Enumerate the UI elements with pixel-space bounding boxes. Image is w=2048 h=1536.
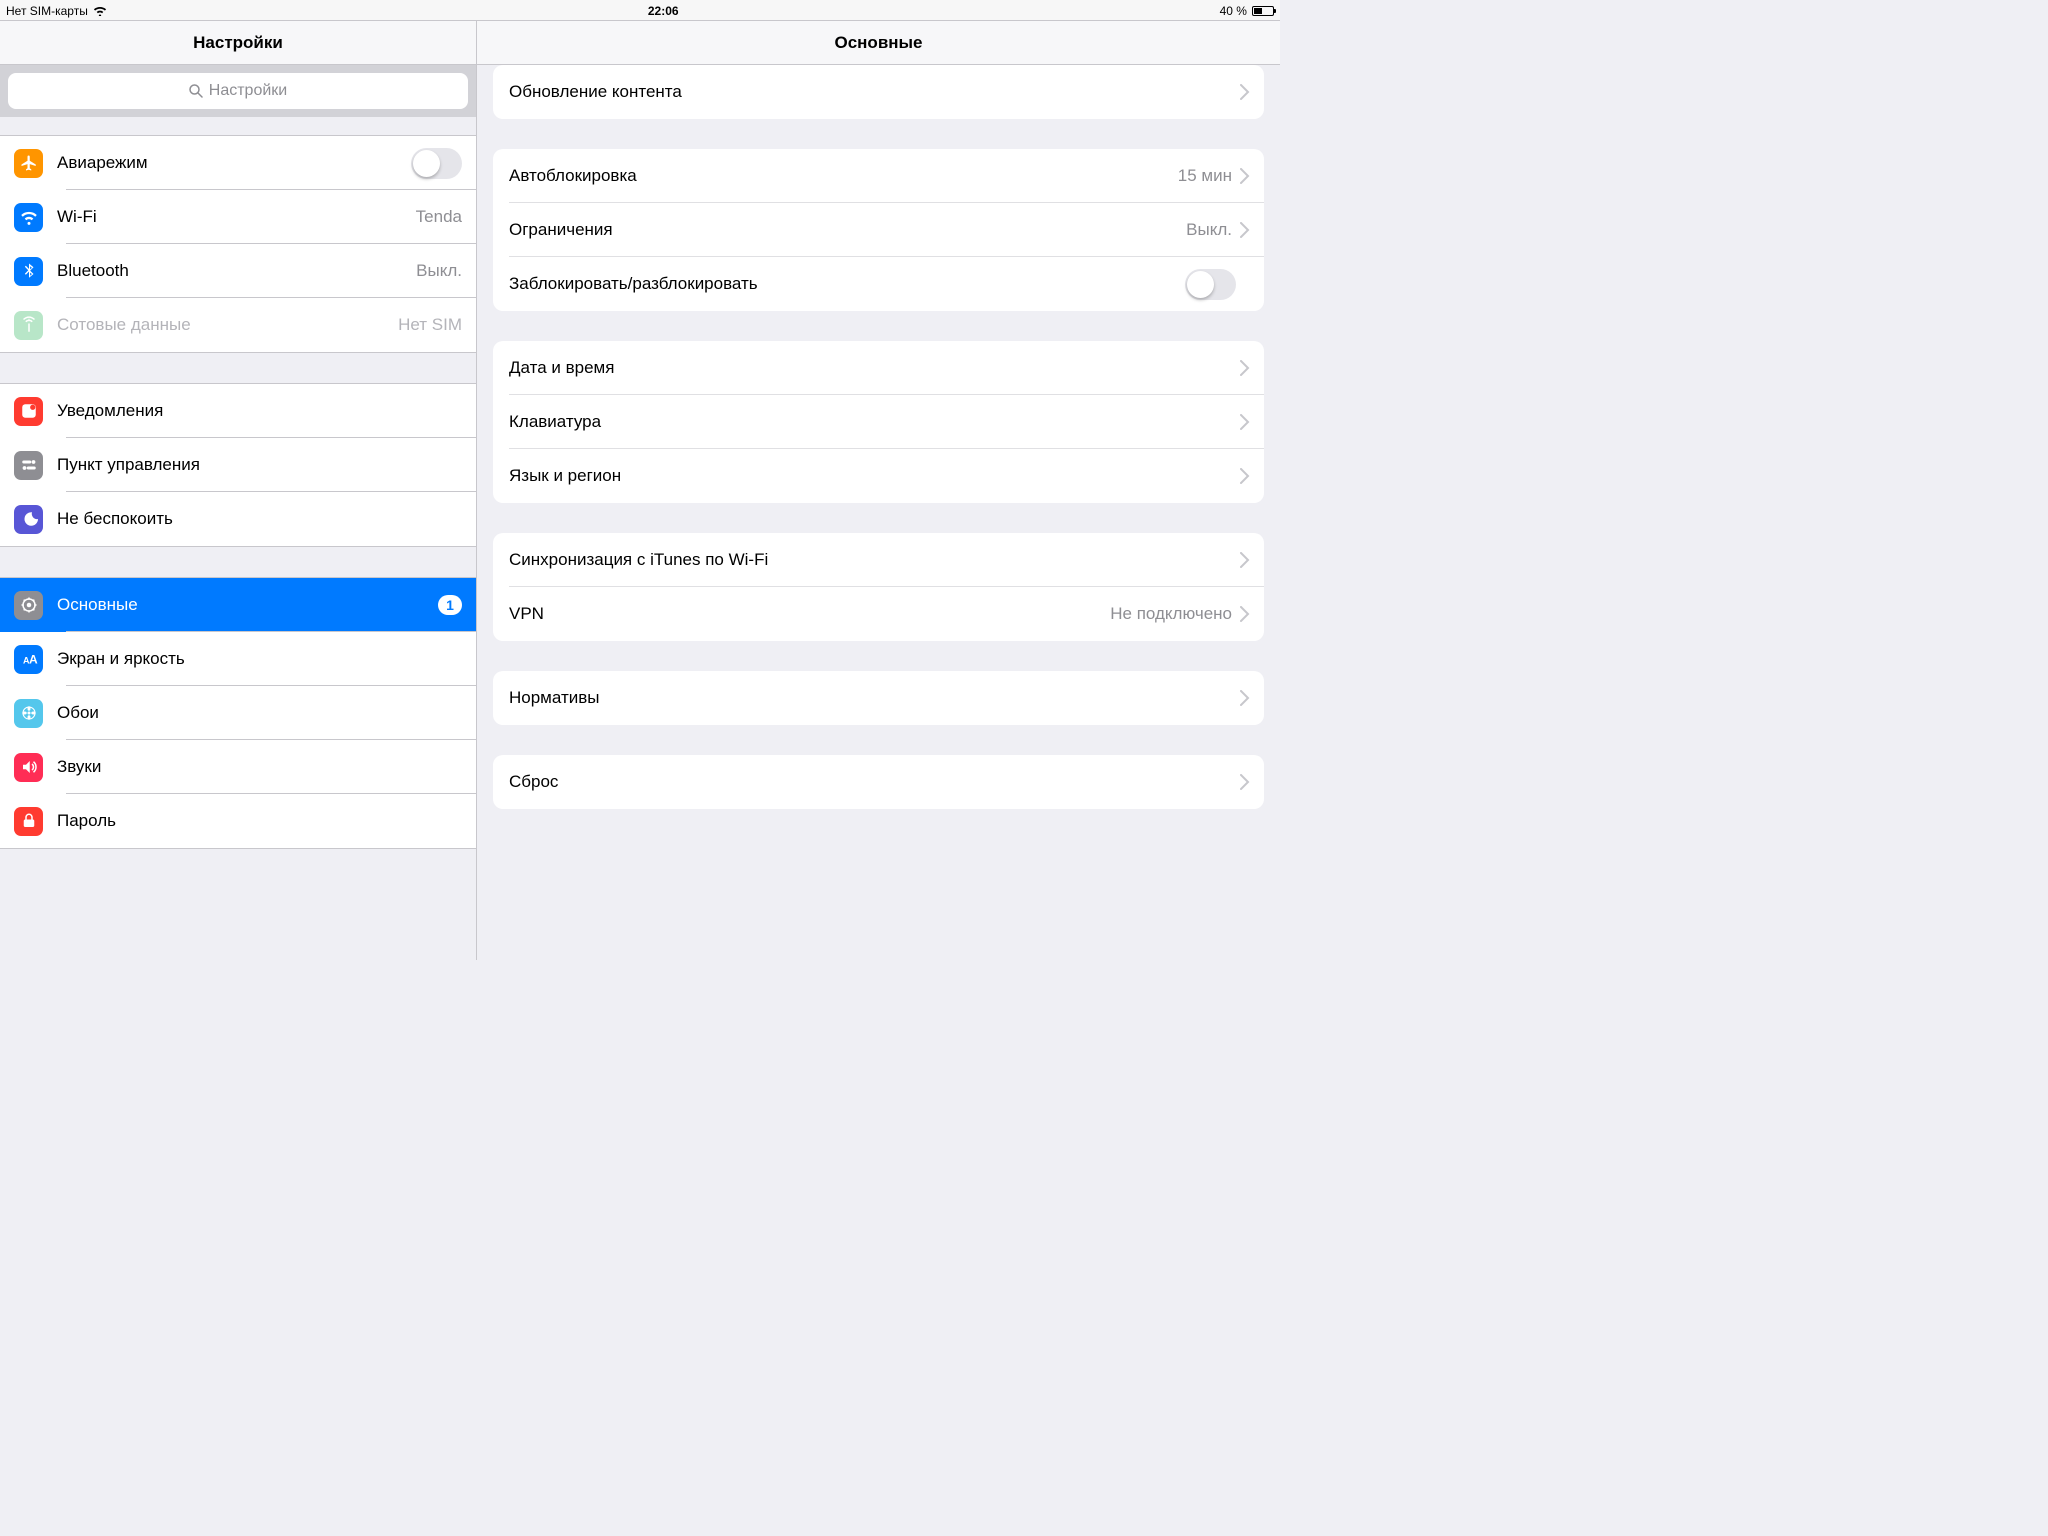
setting-label: Ограничения xyxy=(509,220,1186,240)
sidebar-title: Настройки xyxy=(0,21,476,65)
setting-row[interactable]: ОграниченияВыкл. xyxy=(493,203,1264,257)
sidebar-item-passcode[interactable]: Пароль xyxy=(0,794,476,848)
setting-label: Язык и регион xyxy=(509,466,1240,486)
sidebar-item-airplane[interactable]: Авиарежим xyxy=(0,136,476,190)
battery-pct: 40 % xyxy=(1220,4,1247,18)
chevron-right-icon xyxy=(1240,774,1250,790)
sidebar-item-control[interactable]: Пункт управления xyxy=(0,438,476,492)
sounds-icon xyxy=(14,753,43,782)
chevron-right-icon xyxy=(1240,360,1250,376)
chevron-right-icon xyxy=(1240,468,1250,484)
row-value: Выкл. xyxy=(416,261,462,281)
sidebar-item-dnd[interactable]: Не беспокоить xyxy=(0,492,476,546)
sidebar-item-cellular: Сотовые данныеНет SIM xyxy=(0,298,476,352)
sidebar-item-wallpaper[interactable]: Обои xyxy=(0,686,476,740)
setting-label: Автоблокировка xyxy=(509,166,1178,186)
row-value: Нет SIM xyxy=(398,315,462,335)
chevron-right-icon xyxy=(1240,690,1250,706)
toggle[interactable] xyxy=(411,148,462,179)
sidebar-item-label: Основные xyxy=(57,595,438,615)
sidebar-item-label: Уведомления xyxy=(57,401,476,421)
detail-title: Основные xyxy=(477,21,1280,65)
dnd-icon xyxy=(14,505,43,534)
settings-sidebar: Настройки Настройки АвиарежимWi-FiTendaB… xyxy=(0,21,477,960)
sidebar-item-bluetooth[interactable]: BluetoothВыкл. xyxy=(0,244,476,298)
status-time: 22:06 xyxy=(648,4,679,18)
sidebar-item-label: Wi-Fi xyxy=(57,207,416,227)
control-icon xyxy=(14,451,43,480)
setting-label: VPN xyxy=(509,604,1110,624)
setting-value: 15 мин xyxy=(1178,166,1232,186)
setting-label: Нормативы xyxy=(509,688,1240,708)
setting-label: Заблокировать/разблокировать xyxy=(509,274,1185,294)
sidebar-item-label: Пункт управления xyxy=(57,455,476,475)
sidebar-item-label: Экран и яркость xyxy=(57,649,476,669)
svg-text:A: A xyxy=(29,653,38,667)
status-bar: Нет SIM-карты 22:06 40 % xyxy=(0,0,1280,20)
badge: 1 xyxy=(438,595,462,615)
setting-row[interactable]: Дата и время xyxy=(493,341,1264,395)
chevron-right-icon xyxy=(1240,168,1250,184)
search-icon xyxy=(189,84,203,98)
setting-row[interactable]: Обновление контента xyxy=(493,65,1264,119)
setting-label: Обновление контента xyxy=(509,82,1240,102)
setting-value: Выкл. xyxy=(1186,220,1232,240)
general-icon xyxy=(14,591,43,620)
detail-panel: Основные Обновление контента Автоблокиро… xyxy=(477,21,1280,960)
sidebar-item-label: Не беспокоить xyxy=(57,509,476,529)
sidebar-item-label: Обои xyxy=(57,703,476,723)
bluetooth-icon xyxy=(14,257,43,286)
sidebar-item-wifi[interactable]: Wi-FiTenda xyxy=(0,190,476,244)
search-placeholder: Настройки xyxy=(209,82,287,100)
setting-label: Клавиатура xyxy=(509,412,1240,432)
setting-label: Сброс xyxy=(509,772,1240,792)
setting-row[interactable]: Язык и регион xyxy=(493,449,1264,503)
sidebar-item-label: Звуки xyxy=(57,757,476,777)
sidebar-item-label: Авиарежим xyxy=(57,153,411,173)
passcode-icon xyxy=(14,807,43,836)
setting-row[interactable]: Синхронизация с iTunes по Wi-Fi xyxy=(493,533,1264,587)
setting-label: Дата и время xyxy=(509,358,1240,378)
setting-label: Синхронизация с iTunes по Wi-Fi xyxy=(509,550,1240,570)
sidebar-item-display[interactable]: AA Экран и яркость xyxy=(0,632,476,686)
cellular-icon xyxy=(14,311,43,340)
battery-icon xyxy=(1252,6,1274,16)
wallpaper-icon xyxy=(14,699,43,728)
notifications-icon xyxy=(14,397,43,426)
wifi-status-icon xyxy=(93,5,107,16)
row-value: Tenda xyxy=(416,207,462,227)
setting-value: Не подключено xyxy=(1110,604,1232,624)
setting-row[interactable]: Сброс xyxy=(493,755,1264,809)
search-input[interactable]: Настройки xyxy=(8,73,468,109)
sidebar-item-notifications[interactable]: Уведомления xyxy=(0,384,476,438)
chevron-right-icon xyxy=(1240,606,1250,622)
sidebar-item-general[interactable]: Основные1 xyxy=(0,578,476,632)
setting-row[interactable]: Автоблокировка15 мин xyxy=(493,149,1264,203)
setting-row[interactable]: Клавиатура xyxy=(493,395,1264,449)
wifi-icon xyxy=(14,203,43,232)
display-icon: AA xyxy=(14,645,43,674)
toggle[interactable] xyxy=(1185,269,1236,300)
chevron-right-icon xyxy=(1240,552,1250,568)
sidebar-item-label: Bluetooth xyxy=(57,261,416,281)
sidebar-item-label: Сотовые данные xyxy=(57,315,398,335)
setting-row[interactable]: Нормативы xyxy=(493,671,1264,725)
sidebar-item-label: Пароль xyxy=(57,811,476,831)
carrier-text: Нет SIM-карты xyxy=(6,4,88,18)
chevron-right-icon xyxy=(1240,84,1250,100)
setting-row[interactable]: VPNНе подключено xyxy=(493,587,1264,641)
chevron-right-icon xyxy=(1240,414,1250,430)
sidebar-item-sounds[interactable]: Звуки xyxy=(0,740,476,794)
setting-row[interactable]: Заблокировать/разблокировать xyxy=(493,257,1264,311)
chevron-right-icon xyxy=(1240,222,1250,238)
airplane-icon xyxy=(14,149,43,178)
